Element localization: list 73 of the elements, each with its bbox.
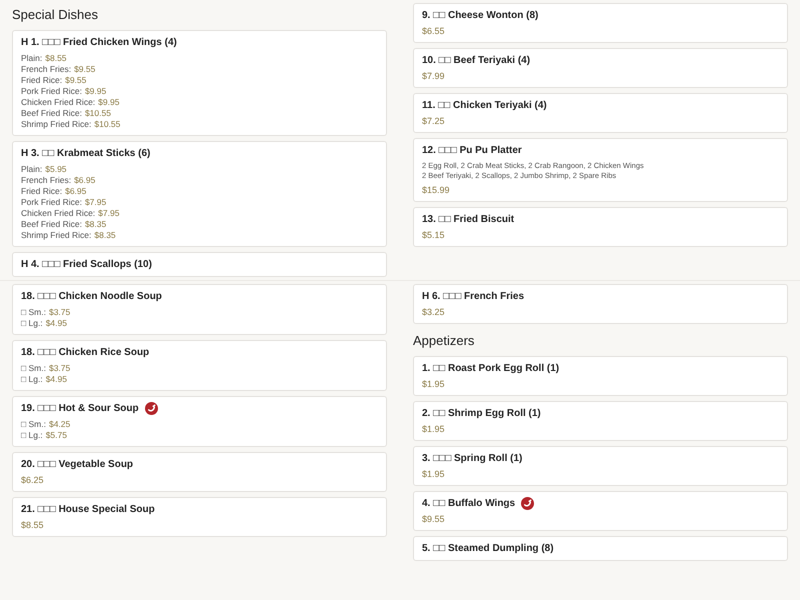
option-label: □ Lg.: <box>21 430 43 441</box>
price: $3.25 <box>422 307 446 318</box>
dish-title: 20. □□□ Vegetable Soup <box>21 458 134 471</box>
price: $6.25 <box>21 475 45 486</box>
option-label: Chicken Fried Rice: <box>21 97 96 108</box>
dish-title: H 4. □□□ Fried Scallops (10) <box>21 258 152 271</box>
dish-title: 21. □□□ House Special Soup <box>21 503 155 516</box>
dish-title: H 6. □□□ French Fries <box>422 290 524 303</box>
section-heading: Special Dishes <box>12 6 99 24</box>
option-label: Beef Fried Rice: <box>21 219 82 230</box>
dish-title: 12. □□□ Pu Pu Platter <box>422 144 522 157</box>
dish-title: 9. □□ Cheese Wonton (8) <box>422 9 538 22</box>
price: $10.55 <box>84 108 111 119</box>
dish-title: 5. □□ Steamed Dumpling (8) <box>422 542 554 555</box>
dish-title: 2. □□ Shrimp Egg Roll (1) <box>422 407 541 420</box>
dish-title: 4. □□ Buffalo Wings <box>422 497 516 510</box>
price: $6.95 <box>74 175 96 186</box>
price: $1.95 <box>422 379 446 390</box>
option-label: □ Lg.: <box>21 374 43 385</box>
price: $8.35 <box>84 219 106 230</box>
option-label: □ Sm.: <box>21 419 46 430</box>
option-label: French Fries: <box>21 175 72 186</box>
dish-title: H 3. □□ Krabmeat Sticks (6) <box>21 147 150 160</box>
section-heading: Appetizers <box>413 332 476 350</box>
price: $8.35 <box>94 230 116 241</box>
dish-title: H 1. □□□ Fried Chicken Wings (4) <box>21 36 177 49</box>
option-label: Pork Fried Rice: <box>21 197 82 208</box>
price: $7.95 <box>98 208 120 219</box>
price: $7.95 <box>84 197 106 208</box>
option-label: Plain: <box>21 53 42 64</box>
price: $6.55 <box>422 26 446 37</box>
price: $9.55 <box>422 514 446 525</box>
price: $1.95 <box>422 469 446 480</box>
option-label: Shrimp Fried Rice: <box>21 230 92 241</box>
option-label: Shrimp Fried Rice: <box>21 119 92 130</box>
option-label: Fried Rice: <box>21 186 62 197</box>
price: $9.95 <box>84 86 106 97</box>
price: $9.95 <box>98 97 120 108</box>
dish-title: 1. □□ Roast Pork Egg Roll (1) <box>422 362 560 375</box>
dish-title: 10. □□ Beef Teriyaki (4) <box>422 54 530 67</box>
price: $1.95 <box>422 424 446 435</box>
price: $8.55 <box>45 53 67 64</box>
price: $6.95 <box>65 186 86 197</box>
option-label: □ Sm.: <box>21 307 46 318</box>
price: $7.99 <box>422 71 446 82</box>
price: $5.75 <box>46 430 67 441</box>
option-label: Beef Fried Rice: <box>21 108 82 119</box>
price: $8.55 <box>21 520 45 531</box>
price: $5.95 <box>45 164 67 175</box>
option-label: Fried Rice: <box>21 75 62 86</box>
price: $4.95 <box>46 318 67 329</box>
option-label: Pork Fried Rice: <box>21 86 82 97</box>
price: $5.15 <box>422 230 446 241</box>
price: $3.75 <box>48 307 70 318</box>
option-label: Plain: <box>21 164 42 175</box>
dish-title: 11. □□ Chicken Teriyaki (4) <box>422 99 547 112</box>
dish-title: 13. □□ Fried Biscuit <box>422 213 514 226</box>
price: $10.55 <box>94 119 120 130</box>
option-label: Chicken Fried Rice: <box>21 208 96 219</box>
price: $7.25 <box>422 116 446 127</box>
price: $3.75 <box>48 363 70 374</box>
option-label: □ Sm.: <box>21 363 46 374</box>
option-label: French Fries: <box>21 64 72 75</box>
price: $15.99 <box>422 185 451 196</box>
dish-title: 3. □□□ Spring Roll (1) <box>422 452 522 465</box>
price: $4.25 <box>48 419 70 430</box>
price: $4.95 <box>46 374 67 385</box>
dish-title: 18. □□□ Chicken Rice Soup <box>21 346 150 359</box>
dish-title: 19. □□□ Hot & Sour Soup <box>21 402 139 415</box>
option-label: □ Lg.: <box>21 318 43 329</box>
price: $9.55 <box>74 64 96 75</box>
dish-title: 18. □□□ Chicken Noodle Soup <box>21 290 162 303</box>
price: $9.55 <box>65 75 86 86</box>
